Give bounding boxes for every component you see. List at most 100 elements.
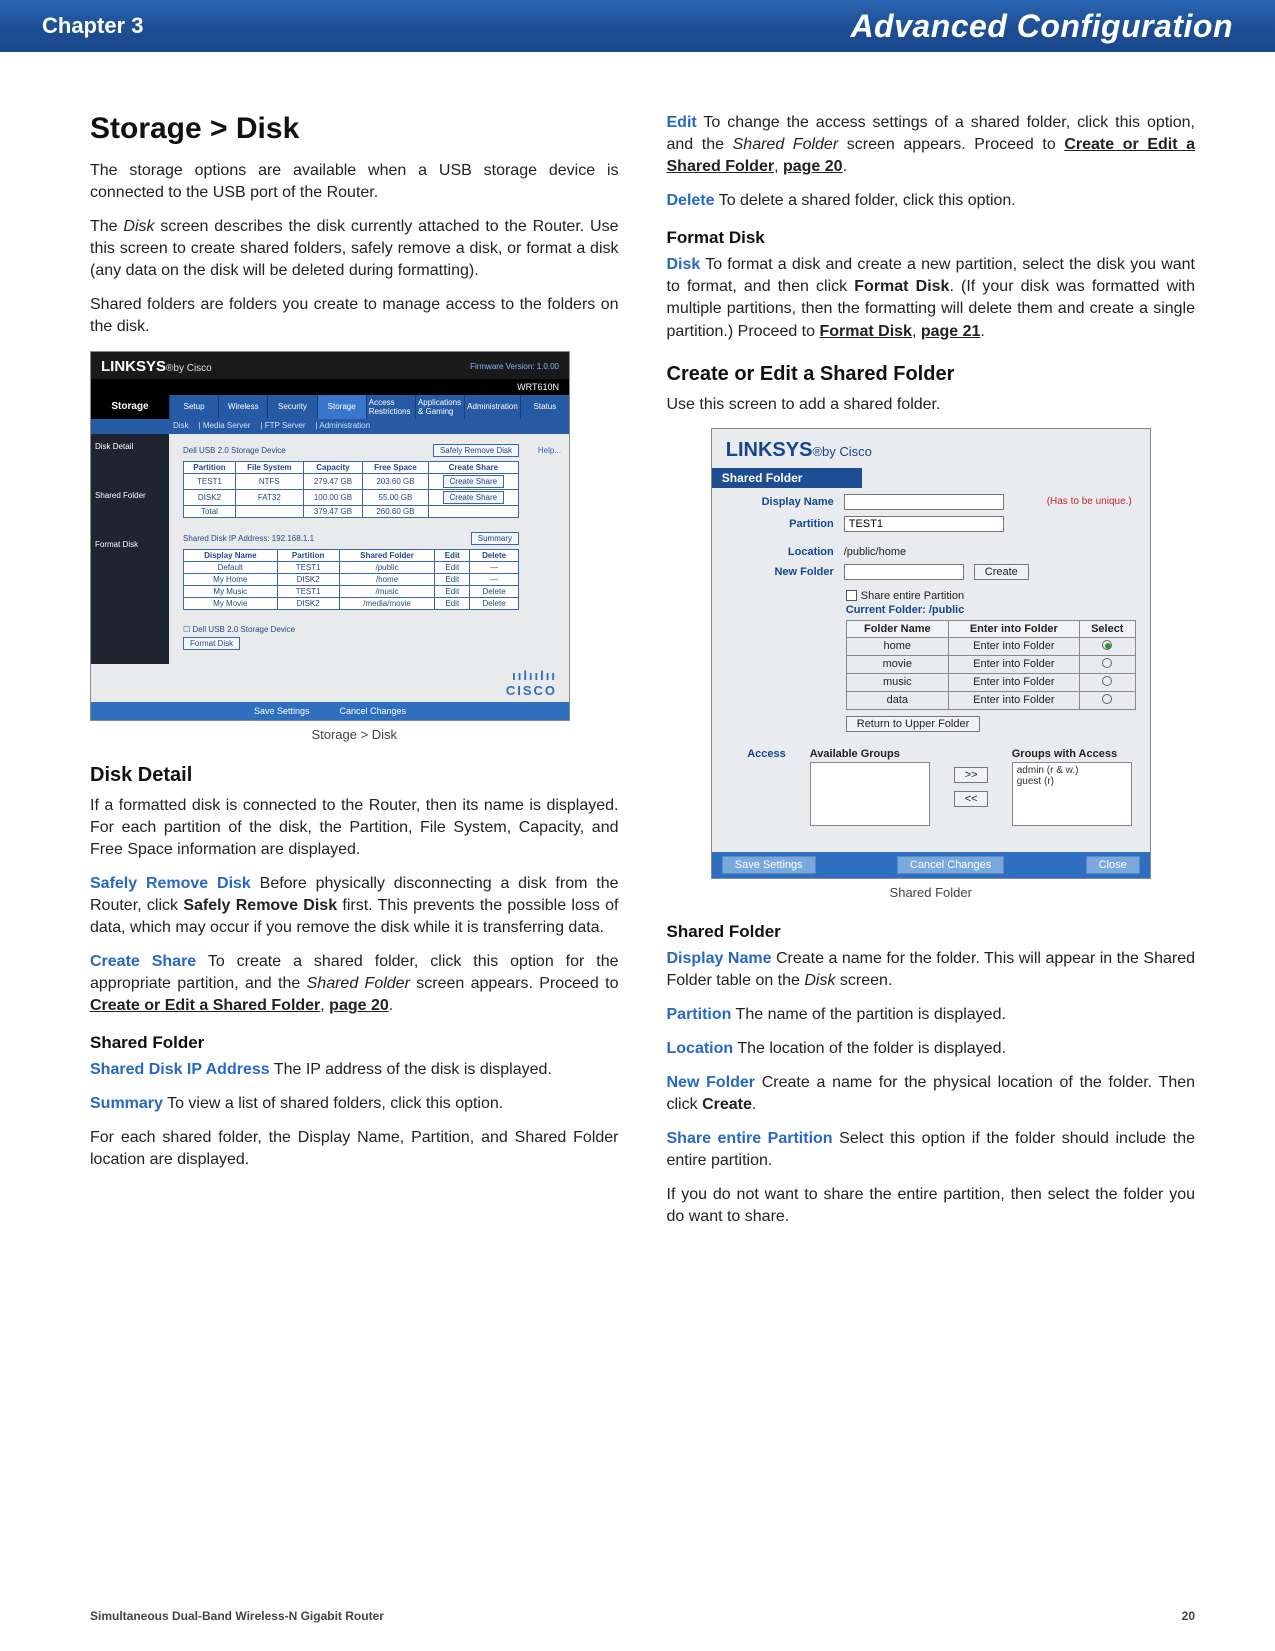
heading-create-edit-shared-folder: Create or Edit a Shared Folder [667, 363, 1196, 386]
return-upper-folder-button[interactable]: Return to Upper Folder [846, 716, 981, 732]
sub-tabs: Disk| Media Server| FTP Server| Administ… [91, 419, 569, 434]
tab-status[interactable]: Status [520, 395, 569, 419]
display-name-input[interactable] [844, 494, 1004, 510]
help-link[interactable]: Help... [538, 446, 561, 455]
label-access: Access [734, 748, 786, 826]
tab-access-restrictions[interactable]: Access Restrictions [366, 395, 415, 419]
summary-button[interactable]: Summary [471, 532, 519, 545]
tab-setup[interactable]: Setup [169, 395, 218, 419]
chapter-header: Chapter 3 Advanced Configuration [0, 0, 1275, 52]
label-display-name: Display Name [734, 496, 834, 508]
add-group-button[interactable]: >> [954, 767, 988, 783]
subtab-admin[interactable]: Administration [319, 421, 370, 430]
edit-link[interactable]: Edit [435, 597, 470, 609]
cancel-changes-button[interactable]: Cancel Changes [897, 856, 1004, 874]
table-row: TEST1 NTFS 279.47 GB 203.60 GB Create Sh… [184, 473, 519, 489]
para: Share entire Partition Select this optio… [667, 1128, 1196, 1172]
heading-storage-disk: Storage > Disk [90, 112, 619, 146]
side-shared-folder: Shared Folder [95, 491, 169, 500]
tab-wireless[interactable]: Wireless [218, 395, 267, 419]
save-settings-button[interactable]: Save Settings [254, 706, 310, 716]
linksys-logo: LINKSYS®by Cisco [101, 358, 212, 375]
para: Summary To view a list of shared folders… [90, 1093, 619, 1115]
table-row: musicEnter into Folder [846, 673, 1135, 691]
table-row: movieEnter into Folder [846, 655, 1135, 673]
subtab-media[interactable]: Media Server [203, 421, 251, 430]
screenshot-shared-folder: LINKSYS®by Cisco Shared Folder Display N… [711, 428, 1151, 879]
firmware-label: Firmware Version: 1.0.00 [470, 362, 559, 371]
table-row: homeEnter into Folder [846, 637, 1135, 655]
para: The Disk screen describes the disk curre… [90, 216, 619, 282]
available-groups-list[interactable] [810, 762, 930, 826]
cisco-logo: ıılıılııCISCO [91, 664, 569, 702]
left-column: Storage > Disk The storage options are a… [90, 112, 619, 1240]
term-display-name: Display Name [667, 950, 772, 967]
select-radio[interactable] [1102, 694, 1112, 704]
link-create-edit-shared-folder[interactable]: Create or Edit a Shared Folder [90, 997, 320, 1014]
term-delete: Delete [667, 192, 715, 209]
tab-admin[interactable]: Administration [464, 395, 520, 419]
link-page-20[interactable]: page 20 [329, 997, 389, 1014]
table-row: My MovieDISK2/media/movieEditDelete [184, 597, 519, 609]
location-value: /public/home [844, 546, 906, 558]
remove-group-button[interactable]: << [954, 791, 988, 807]
label-current-folder: Current Folder: [846, 604, 929, 616]
edit-link[interactable]: Edit [435, 573, 470, 585]
heading-shared-folder: Shared Folder [90, 1033, 619, 1053]
para: Use this screen to add a shared folder. [667, 394, 1196, 416]
side-menu: Disk Detail Shared Folder Format Disk [91, 434, 169, 664]
heading-format-disk: Format Disk [667, 228, 1196, 248]
safely-remove-disk-button[interactable]: Safely Remove Disk [433, 444, 519, 457]
edit-link[interactable]: Edit [435, 585, 470, 597]
side-format-disk: Format Disk [95, 540, 169, 549]
create-share-button[interactable]: Create Share [443, 491, 505, 504]
select-radio[interactable] [1102, 676, 1112, 686]
current-folder-value: /public [929, 604, 964, 616]
edit-link[interactable]: Edit [435, 561, 470, 573]
select-radio[interactable] [1102, 658, 1112, 668]
share-entire-partition-checkbox[interactable] [846, 590, 857, 601]
delete-link[interactable]: Delete [470, 585, 519, 597]
close-button[interactable]: Close [1086, 856, 1140, 874]
create-share-button[interactable]: Create Share [443, 475, 505, 488]
term-partition: Partition [667, 1006, 732, 1023]
label-location: Location [734, 546, 834, 558]
table-row: My HomeDISK2/homeEdit— [184, 573, 519, 585]
enter-folder-link[interactable]: Enter into Folder [948, 637, 1079, 655]
enter-folder-link[interactable]: Enter into Folder [948, 673, 1079, 691]
link-page-21[interactable]: page 21 [921, 323, 981, 340]
enter-folder-link[interactable]: Enter into Folder [948, 691, 1079, 709]
device-label: Dell USB 2.0 Storage Device [183, 446, 286, 455]
create-button[interactable]: Create [974, 564, 1029, 580]
select-radio[interactable] [1102, 640, 1112, 650]
tab-storage[interactable]: Storage [317, 395, 366, 419]
groups-with-access-list[interactable]: admin (r & w.) guest (r) [1012, 762, 1132, 826]
link-format-disk[interactable]: Format Disk [819, 323, 911, 340]
tab-security[interactable]: Security [267, 395, 316, 419]
link-page-20[interactable]: page 20 [783, 158, 843, 175]
para: If you do not want to share the entire p… [667, 1184, 1196, 1228]
para: New Folder Create a name for the physica… [667, 1072, 1196, 1116]
tab-apps-gaming[interactable]: Applications & Gaming [415, 395, 464, 419]
term-safely-remove-disk: Safely Remove Disk [90, 875, 251, 892]
subtab-ftp[interactable]: FTP Server [265, 421, 306, 430]
shared-folder-table: Display Name Partition Shared Folder Edi… [183, 549, 519, 610]
label-groups-with-access: Groups with Access [1012, 748, 1132, 760]
term-location: Location [667, 1040, 734, 1057]
partition-input[interactable] [844, 516, 1004, 532]
para: Create Share To create a shared folder, … [90, 951, 619, 1017]
label-available-groups: Available Groups [810, 748, 930, 760]
format-disk-button[interactable]: Format Disk [183, 637, 240, 650]
new-folder-input[interactable] [844, 564, 964, 580]
subtab-disk[interactable]: Disk [173, 421, 189, 430]
right-column: Edit To change the access settings of a … [667, 112, 1196, 1240]
save-settings-button[interactable]: Save Settings [722, 856, 816, 874]
product-name: Simultaneous Dual-Band Wireless-N Gigabi… [90, 1609, 384, 1623]
delete-link[interactable]: Delete [470, 597, 519, 609]
cancel-changes-button[interactable]: Cancel Changes [340, 706, 407, 716]
enter-folder-link[interactable]: Enter into Folder [948, 655, 1079, 673]
para: Safely Remove Disk Before physically dis… [90, 873, 619, 939]
term-share-entire-partition: Share entire Partition [667, 1130, 833, 1147]
format-device-label: Dell USB 2.0 Storage Device [192, 625, 295, 634]
header-title: Advanced Configuration [850, 8, 1233, 45]
